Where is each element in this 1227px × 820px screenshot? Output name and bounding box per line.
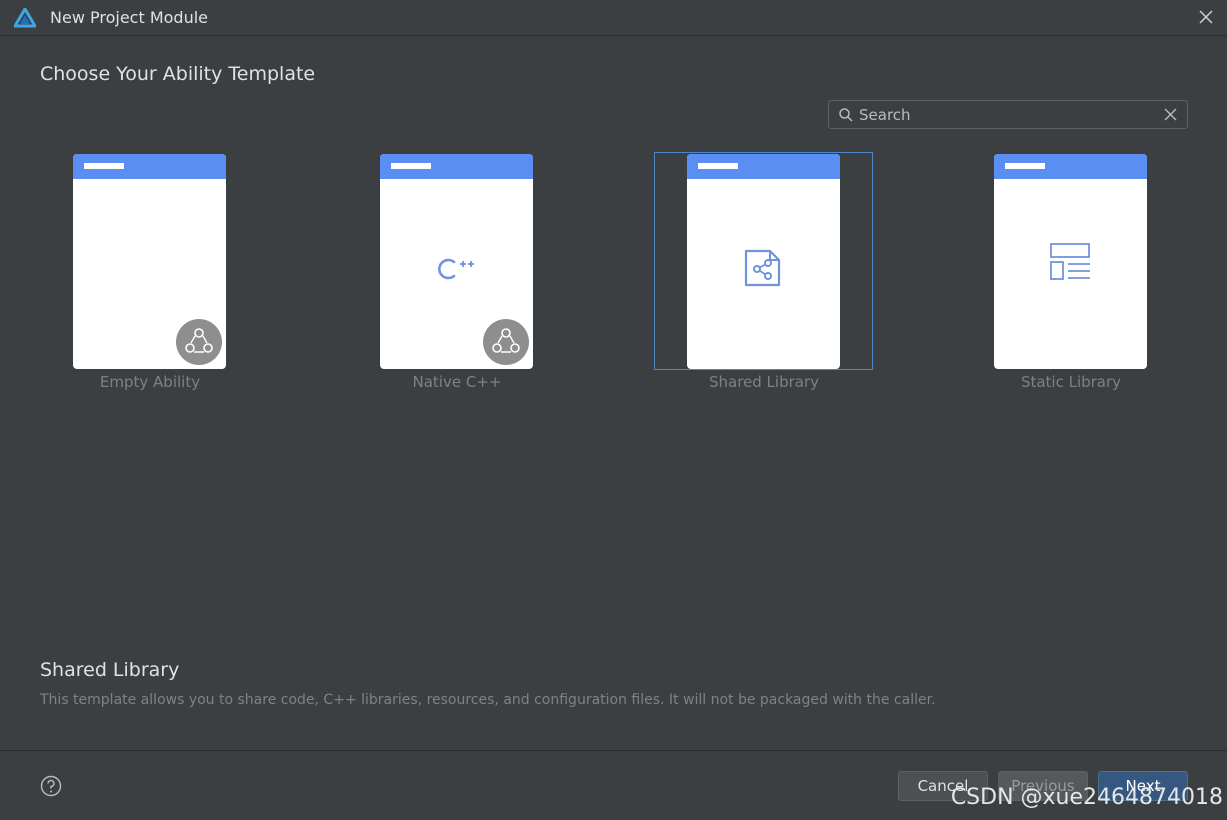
footer-divider [0,750,1227,751]
layout-list-icon [1050,243,1090,280]
page-title: Choose Your Ability Template [40,63,316,85]
template-label-native-cpp: Native C++ [412,373,502,391]
template-card-shared-library[interactable] [687,154,840,369]
card-header [380,154,533,179]
close-button[interactable] [1195,6,1217,28]
search-icon [839,108,853,122]
card-header [687,154,840,179]
description-title: Shared Library [40,659,180,681]
template-label-static-library: Static Library [1020,373,1122,391]
clear-search-icon[interactable] [1164,108,1177,121]
app-logo-icon [14,8,36,28]
card-header [73,154,226,179]
title-bar: New Project Module [0,0,1227,36]
share-file-icon [744,249,781,287]
template-card-empty-ability[interactable] [73,154,226,369]
template-label-empty-ability: Empty Ability [99,373,201,391]
window-title: New Project Module [50,8,208,27]
search-input[interactable] [859,104,1149,125]
template-card-native-cpp[interactable] [380,154,533,369]
watermark: CSDN @xue2464874018 [950,785,1223,810]
template-card-static-library[interactable] [994,154,1147,369]
help-icon[interactable] [40,775,62,797]
cpp-icon [438,258,474,280]
template-label-shared-library: Shared Library [708,373,820,391]
harmony-badge-icon [176,319,222,365]
search-box[interactable] [828,100,1188,129]
harmony-badge-icon [483,319,529,365]
close-icon [1199,10,1213,24]
card-header [994,154,1147,179]
description-text: This template allows you to share code, … [40,692,936,708]
